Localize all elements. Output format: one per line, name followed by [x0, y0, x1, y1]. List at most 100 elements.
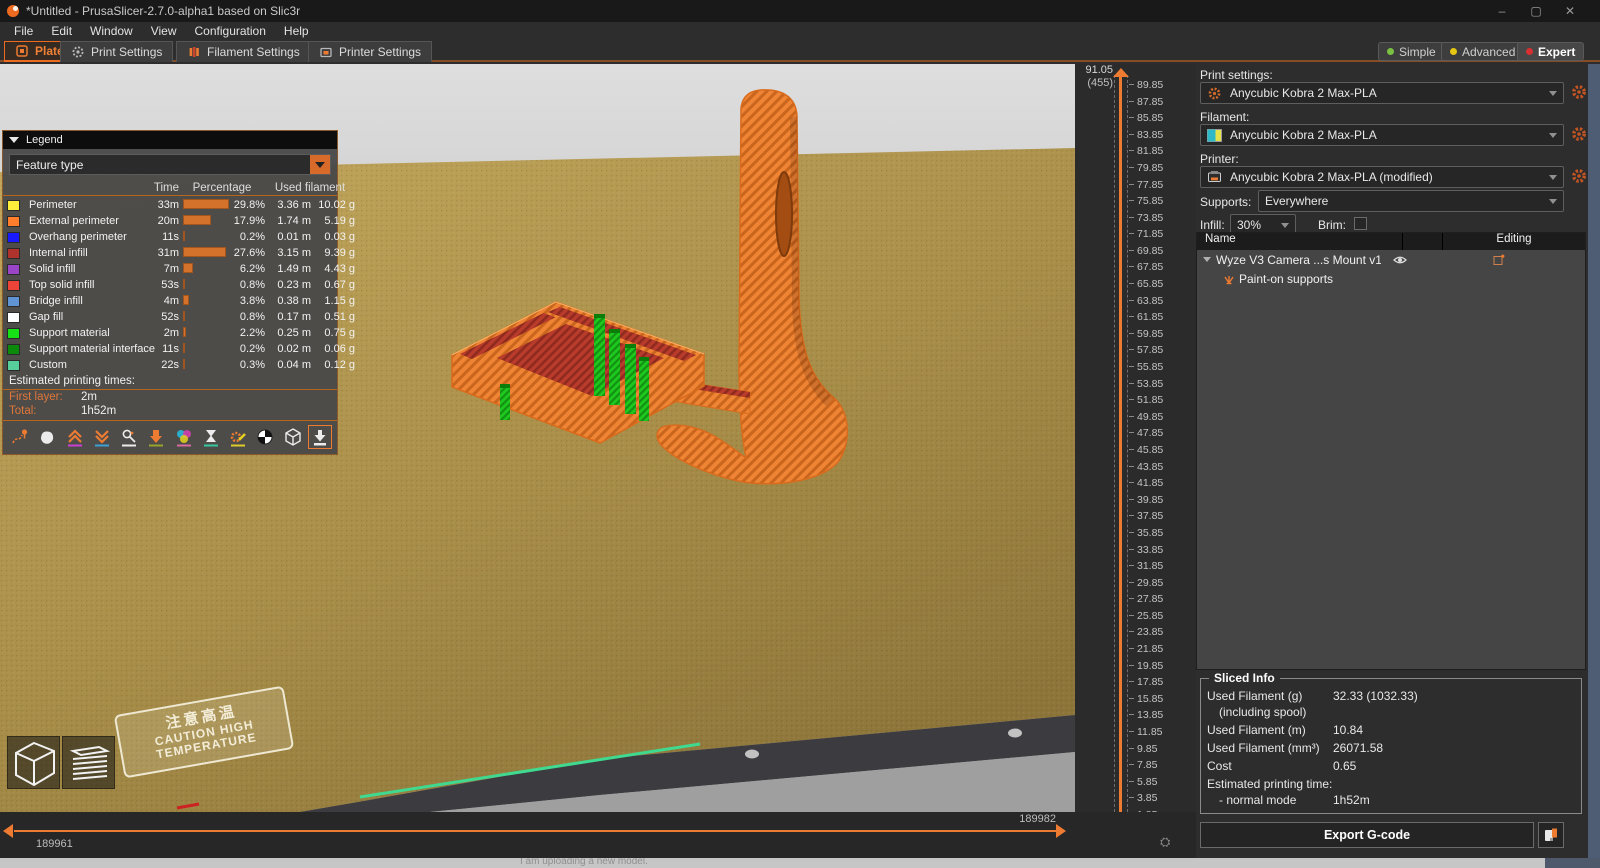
feature-color-swatch	[7, 344, 20, 355]
shells-icon[interactable]	[281, 425, 305, 449]
retractions-icon[interactable]	[63, 425, 87, 449]
collapse-chevron-icon[interactable]	[1203, 257, 1211, 262]
supports-combo[interactable]: Everywhere	[1258, 190, 1564, 212]
legend-row: Perimeter 33m 29.8% 3.36 m 10.02 g	[3, 196, 337, 212]
legend-row: Gap fill 52s 0.8% 0.17 m 0.51 g	[3, 308, 337, 324]
first-layer-row: First layer: 2m	[3, 390, 337, 404]
edit-filament-icon[interactable]	[1570, 125, 1588, 143]
chevron-down-icon	[1281, 223, 1289, 228]
percentage-bar	[183, 231, 185, 241]
editing-icon[interactable]	[1493, 254, 1505, 266]
feature-color-swatch	[7, 280, 20, 291]
advanced-dot-icon	[1450, 48, 1457, 55]
move-slider-track[interactable]	[14, 830, 1056, 832]
sliced-info-row: Used Filament (mm³) 26071.58	[1201, 741, 1581, 755]
sidebar: Print settings: Anycubic Kobra 2 Max-PLA…	[1196, 64, 1600, 858]
combo-dropdown-button[interactable]	[310, 155, 330, 174]
title-bar: *Untitled - PrusaSlicer-2.7.0-alpha1 bas…	[0, 0, 1600, 22]
tool-changes-icon[interactable]	[144, 425, 168, 449]
plater-icon	[15, 44, 29, 58]
export-to-sd-button[interactable]	[1538, 822, 1564, 848]
tab-printer-settings[interactable]: Printer Settings	[308, 41, 432, 62]
feature-color-swatch	[7, 248, 20, 259]
legend-row: Bridge infill 4m 3.8% 0.38 m 1.15 g	[3, 292, 337, 308]
percentage-bar	[183, 247, 226, 257]
custom-gcode-icon[interactable]	[226, 425, 250, 449]
mode-advanced-button[interactable]: Advanced	[1441, 42, 1524, 61]
menu-edit[interactable]: Edit	[43, 23, 80, 39]
3d-viewport[interactable]: 注意高温 CAUTION HIGH TEMPERATURE	[0, 64, 1075, 812]
layer-slider[interactable]: 91.05 (455) 89.8587.8585.8583.8581.8579.…	[1075, 64, 1196, 858]
maximize-button[interactable]: ▢	[1528, 3, 1544, 19]
tab-print-settings[interactable]: Print Settings	[60, 41, 173, 62]
print-settings-combo[interactable]: Anycubic Kobra 2 Max-PLA	[1200, 82, 1564, 104]
pause-prints-icon[interactable]	[199, 425, 223, 449]
sliced-info-row: Estimated printing time:	[1201, 777, 1581, 791]
layer-slider-upper-handle[interactable]	[1113, 68, 1129, 77]
sidebar-scrollbar[interactable]	[1588, 64, 1600, 858]
percentage-bar	[183, 279, 185, 289]
mode-simple-button[interactable]: Simple	[1378, 42, 1445, 61]
travels-icon[interactable]	[8, 425, 32, 449]
mode-expert-button[interactable]: Expert	[1517, 42, 1584, 61]
minimize-button[interactable]: –	[1494, 3, 1510, 19]
model-arm-slot	[776, 172, 792, 256]
feature-color-swatch	[7, 312, 20, 323]
eye-icon[interactable]	[1393, 253, 1407, 267]
close-button[interactable]: ✕	[1562, 3, 1578, 19]
percentage-bar	[183, 215, 211, 225]
object-row[interactable]: Wyze V3 Camera ...s Mount v19.stl	[1197, 250, 1585, 269]
prusaslicer-window: *Untitled - PrusaSlicer-2.7.0-alpha1 bas…	[0, 0, 1600, 868]
estimated-times-title: Estimated printing times:	[3, 372, 337, 390]
filament-combo[interactable]: Anycubic Kobra 2 Max-PLA	[1200, 124, 1564, 146]
simple-dot-icon	[1387, 48, 1394, 55]
object-subrow-paint-on-supports[interactable]: Paint-on supports	[1197, 269, 1585, 288]
seams-icon[interactable]	[117, 425, 141, 449]
wipe-icon[interactable]	[35, 425, 59, 449]
move-slider-right-value: 189982	[900, 813, 1056, 825]
tab-filament-settings[interactable]: Filament Settings	[176, 41, 311, 62]
percentage-bar	[183, 343, 185, 353]
center-of-mass-icon[interactable]	[253, 425, 277, 449]
chevron-down-icon	[1549, 199, 1557, 204]
layers-preview-icon	[63, 737, 116, 790]
view-type-combo[interactable]: Feature type	[9, 154, 331, 175]
legend-row: Support material interface 11s 0.2% 0.02…	[3, 340, 337, 356]
feature-color-swatch	[7, 296, 20, 307]
prusaslicer-logo-icon	[7, 5, 19, 17]
layers-preview-toggle[interactable]	[62, 736, 115, 789]
brim-checkbox[interactable]	[1354, 217, 1367, 230]
object-list: Name Editing Wyze V3 Camera ...s Mount v…	[1196, 232, 1586, 670]
sliced-info-row: Cost 0.65	[1201, 759, 1581, 773]
settings-tab-bar: Plater Print Settings Filament Settings …	[0, 40, 1600, 62]
export-gcode-button[interactable]: Export G-code	[1200, 822, 1534, 848]
menu-view[interactable]: View	[143, 23, 185, 39]
percentage-bar	[183, 199, 229, 209]
layer-slider-track[interactable]	[1119, 77, 1122, 825]
sd-card-icon	[1543, 827, 1559, 843]
menu-file[interactable]: File	[6, 23, 41, 39]
printer-icon	[1207, 170, 1222, 184]
preset-gear-icon	[1207, 86, 1222, 101]
menu-configuration[interactable]: Configuration	[187, 23, 274, 39]
layer-slider-top-value: 91.05	[1075, 64, 1113, 76]
object-list-header: Name Editing	[1197, 233, 1585, 250]
chevron-down-icon	[1549, 175, 1557, 180]
printer-combo[interactable]: Anycubic Kobra 2 Max-PLA (modified)	[1200, 166, 1564, 188]
percentage-bar	[183, 359, 185, 369]
menu-window[interactable]: Window	[82, 23, 141, 39]
legend-header[interactable]: Legend	[3, 131, 337, 149]
color-changes-icon[interactable]	[172, 425, 196, 449]
move-slider-left-handle[interactable]	[3, 824, 13, 838]
edit-printer-icon[interactable]	[1570, 167, 1588, 185]
solid-view-toggle[interactable]	[7, 736, 60, 789]
feature-color-swatch	[7, 216, 20, 227]
slider-options-gear-icon[interactable]: ⛭	[1160, 834, 1170, 850]
menu-help[interactable]: Help	[276, 23, 317, 39]
edit-print-settings-icon[interactable]	[1570, 83, 1588, 101]
chevron-down-icon	[1549, 91, 1557, 96]
gear-icon	[71, 45, 85, 59]
move-slider-right-handle[interactable]	[1056, 824, 1066, 838]
toggle-legend-icon[interactable]	[308, 425, 332, 449]
deretractions-icon[interactable]	[90, 425, 114, 449]
